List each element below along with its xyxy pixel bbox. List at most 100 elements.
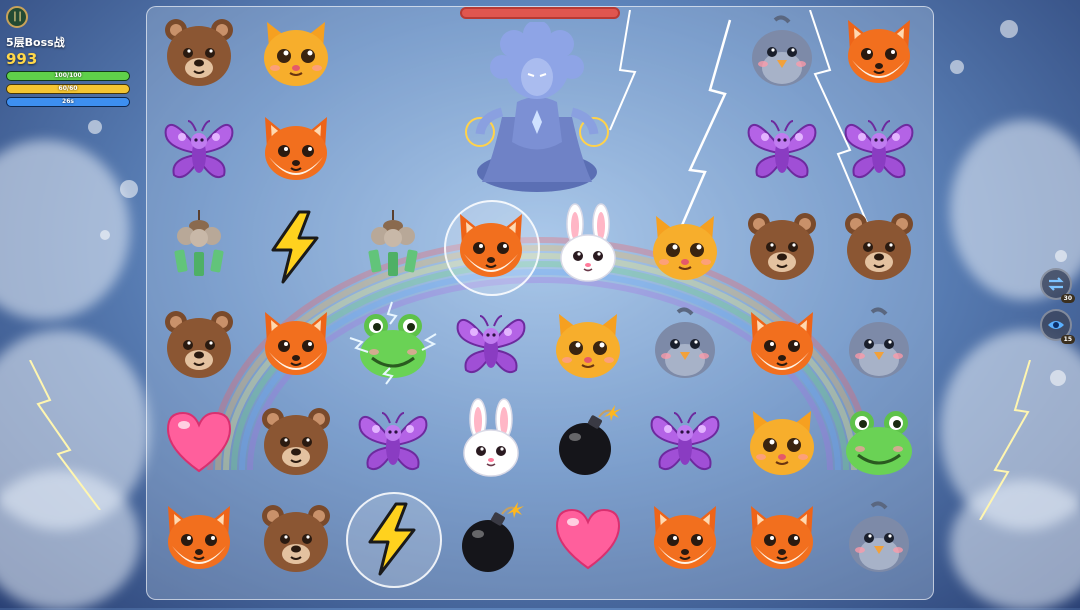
tile-rabbit[interactable]	[545, 203, 631, 290]
tile-windchime[interactable]	[156, 204, 242, 290]
bomb-icon	[558, 404, 621, 475]
tile-fox[interactable]	[642, 496, 728, 582]
player-hud: | | 5层Boss战 993 100/100 60/60 26s	[6, 6, 130, 107]
butterfly-icon	[456, 314, 525, 373]
shuffle-button[interactable]: 30	[1040, 268, 1075, 303]
tile-rabbit[interactable]	[448, 398, 534, 485]
bird-icon	[752, 15, 813, 86]
tile-butterfly[interactable]	[739, 107, 825, 193]
bear-icon	[262, 505, 331, 572]
bokeh-light	[120, 180, 138, 198]
lightning-icon	[368, 502, 416, 576]
fox-icon	[751, 506, 814, 569]
bokeh-light	[1055, 250, 1067, 262]
health-value: 100/100	[54, 72, 82, 79]
bird-icon	[849, 501, 910, 572]
butterfly-icon	[844, 120, 914, 179]
tile-frog[interactable]	[836, 399, 922, 485]
shuffle-icon	[1048, 277, 1064, 291]
tile-butterfly[interactable]	[448, 302, 534, 388]
tile-bomb[interactable]	[545, 399, 631, 485]
tile-bird[interactable]	[642, 302, 728, 388]
bear-icon	[165, 19, 233, 86]
tile-bear[interactable]	[253, 399, 339, 485]
timer-bar: 26s	[6, 97, 130, 107]
lightning-strike	[979, 360, 1031, 520]
reveal-count: 15	[1060, 335, 1075, 344]
tile-butterfly[interactable]	[642, 399, 728, 485]
tile-bear[interactable]	[156, 10, 242, 96]
cat-icon	[750, 410, 815, 475]
bokeh-light	[1000, 20, 1018, 38]
cat-icon	[653, 216, 717, 281]
reveal-button[interactable]: 15	[1040, 309, 1075, 344]
shuffle-count: 30	[1060, 294, 1075, 303]
tile-cat[interactable]	[642, 204, 728, 290]
bear-icon	[748, 213, 817, 281]
tile-lightning[interactable]	[346, 492, 443, 588]
butterfly-icon	[650, 411, 720, 470]
eye-icon	[1048, 321, 1064, 329]
tile-fox[interactable]	[253, 107, 339, 193]
tile-lightning[interactable]	[253, 204, 339, 290]
tile-bear[interactable]	[156, 302, 242, 388]
bear-icon	[165, 310, 233, 378]
tile-cat[interactable]	[253, 10, 339, 96]
bear-icon	[845, 213, 914, 281]
tile-cat[interactable]	[545, 302, 631, 388]
bokeh-light	[1050, 370, 1066, 386]
energy-value: 60/60	[58, 85, 78, 92]
health-bar: 100/100	[6, 71, 130, 81]
tile-frog[interactable]	[350, 301, 437, 388]
fox-icon	[168, 506, 230, 569]
pause-button[interactable]: | |	[6, 6, 28, 28]
tile-butterfly[interactable]	[836, 107, 922, 193]
frog-icon	[350, 301, 437, 385]
bear-icon	[262, 407, 331, 475]
tile-butterfly[interactable]	[350, 399, 436, 485]
tile-bird[interactable]	[739, 10, 825, 96]
tile-fox[interactable]	[836, 10, 922, 96]
bokeh-light	[88, 120, 102, 134]
tile-bear[interactable]	[253, 496, 339, 582]
frog-icon	[846, 410, 913, 475]
tile-heart[interactable]	[545, 496, 631, 582]
windchime-icon	[368, 210, 418, 277]
timer-value: 26s	[62, 98, 74, 105]
bokeh-light	[100, 230, 110, 240]
bomb-icon	[461, 502, 524, 572]
rabbit-icon	[560, 203, 616, 283]
cat-icon	[555, 313, 620, 378]
tile-bear[interactable]	[836, 204, 922, 290]
fox-icon	[459, 214, 522, 278]
tile-bear[interactable]	[739, 204, 825, 290]
tile-fox[interactable]	[156, 496, 242, 582]
level-title: 5层Boss战	[6, 36, 65, 49]
butterfly-icon	[747, 120, 817, 179]
tile-butterfly[interactable]	[156, 107, 242, 193]
rabbit-icon	[462, 398, 519, 477]
heart-icon	[555, 508, 620, 570]
heart-icon	[166, 411, 232, 473]
tile-fox[interactable]	[443, 200, 540, 297]
fox-icon	[848, 20, 911, 83]
lightning-icon	[271, 210, 319, 284]
tile-heart[interactable]	[156, 399, 242, 485]
tile-bird[interactable]	[836, 302, 922, 388]
tile-fox[interactable]	[739, 496, 825, 582]
pause-icon: | |	[13, 11, 22, 22]
tile-fox[interactable]	[739, 302, 825, 388]
tile-bird[interactable]	[836, 496, 922, 582]
storm-goddess-boss[interactable]	[462, 22, 612, 194]
storm-cloud	[0, 140, 130, 320]
tile-fox[interactable]	[253, 302, 339, 388]
tile-windchime[interactable]	[350, 204, 436, 290]
cat-icon	[264, 22, 329, 86]
fox-icon	[265, 117, 328, 181]
score: 993	[6, 50, 38, 68]
tile-bomb[interactable]	[448, 496, 534, 582]
boss-health-bar	[460, 7, 620, 19]
tile-cat[interactable]	[739, 399, 825, 485]
bokeh-light	[950, 60, 964, 74]
butterfly-icon	[358, 411, 428, 470]
